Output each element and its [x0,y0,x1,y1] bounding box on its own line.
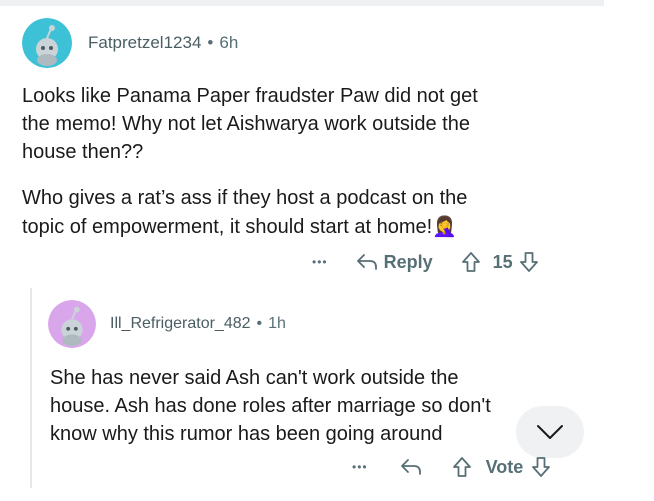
comment-line: topic of empowerment, it should start at… [22,214,458,238]
more-options-icon[interactable]: ••• [352,460,368,474]
timestamp: 6h [219,33,239,52]
top-divider [0,0,604,6]
username[interactable]: Fatpretzel1234 [88,33,201,52]
reply-line: She has never said Ash can't work outsid… [50,367,459,389]
facepalm-emoji: 🤦‍♀️ [432,214,458,238]
upvote-arrow-icon [461,252,480,272]
vote-count: 15 [492,251,513,272]
upvote-button[interactable] [461,251,481,273]
thread-line[interactable] [30,288,32,488]
timestamp: 1h [268,315,286,332]
username[interactable]: Ill_Refrigerator_482 [110,315,251,332]
downvote-button[interactable] [519,251,539,273]
comment-author-line: Fatpretzel1234 • 6h [88,33,238,53]
reply-button[interactable] [400,458,422,476]
separator-dot: • [207,33,214,52]
reply-body: She has never said Ash can't work outsid… [50,364,491,448]
comment-line: Who gives a rat’s ass if they host a pod… [22,187,468,209]
avatar[interactable] [48,300,96,348]
reply-label: Reply [383,251,433,272]
reply-author-line: Ill_Refrigerator_482 • 1h [110,315,286,333]
comment-line: house then?? [22,141,144,163]
comment-line: Looks like Panama Paper fraudster Paw di… [22,85,478,107]
comment-line: the memo! Why not let Aishwarya work out… [22,113,470,135]
downvote-arrow-icon [532,457,551,477]
more-options-icon[interactable]: ••• [312,255,328,269]
downvote-button[interactable] [531,456,551,478]
upvote-button[interactable] [452,456,472,478]
downvote-arrow-icon [519,252,538,272]
snoo-avatar-icon [48,300,96,348]
reply-arrow-icon [400,459,421,475]
upvote-arrow-icon [452,457,471,477]
chevron-down-icon [537,425,563,439]
collapse-thread-button[interactable] [516,406,584,458]
snoo-avatar-icon [22,18,72,68]
comment-body: Looks like Panama Paper fraudster Paw di… [22,82,478,166]
comment-body-2: Who gives a rat’s ass if they host a pod… [22,184,467,241]
comment-actions: ••• Reply 15 [312,248,539,276]
avatar[interactable] [22,18,72,68]
separator-dot: • [256,315,263,332]
reply-actions: ••• Vote [352,453,551,481]
vote-label: Vote [485,456,524,477]
reply-line: know why this rumor has been going aroun… [50,423,443,445]
reply-arrow-icon [356,254,377,270]
reply-line: house. Ash has done roles after marriage… [50,395,491,417]
reply-button[interactable]: Reply [356,252,433,273]
